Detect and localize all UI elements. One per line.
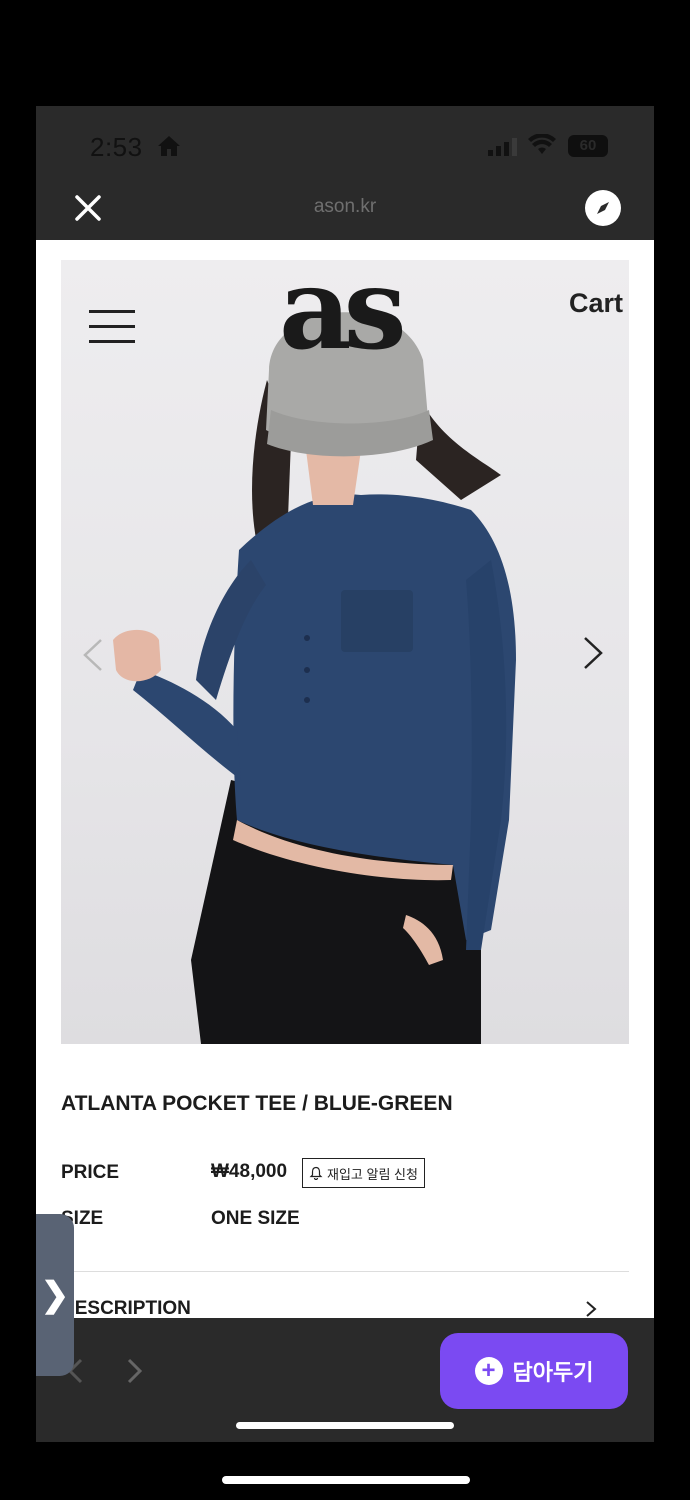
divider (61, 1271, 629, 1272)
wifi-icon (528, 134, 556, 154)
compass-icon[interactable] (585, 190, 621, 226)
home-indicator (236, 1422, 454, 1429)
price-value: ₩48,000 (211, 1161, 288, 1182)
phone-screen: 2:53 60 ason.kr as Cart ATLANTA POCKET T… (36, 106, 654, 1442)
restock-alert-button[interactable]: 재입고 알림 신청 (302, 1158, 425, 1188)
battery-indicator: 60 (568, 135, 608, 157)
product-image[interactable]: as Cart (61, 260, 629, 1044)
add-to-wishlist-button[interactable]: + 담아두기 (440, 1333, 628, 1409)
forward-arrow-icon[interactable] (126, 1358, 144, 1384)
browser-bar: ason.kr (36, 176, 654, 240)
home-icon (158, 136, 180, 156)
signal-icon (488, 138, 517, 156)
brand-logo[interactable]: as (279, 260, 407, 366)
chevron-right-icon[interactable] (581, 636, 605, 670)
size-value: ONE SIZE (211, 1208, 300, 1229)
cart-link[interactable]: Cart (569, 288, 623, 319)
bell-icon (309, 1166, 323, 1180)
price-label: PRICE (61, 1162, 120, 1183)
product-title: ATLANTA POCKET TEE / BLUE-GREEN (61, 1092, 453, 1115)
plus-icon: + (474, 1357, 503, 1385)
side-expand-tab[interactable]: ❯ (36, 1214, 74, 1376)
description-toggle[interactable]: DESCRIPTION (61, 1298, 191, 1318)
add-label: 담아두기 (512, 1360, 594, 1385)
model-photo (113, 312, 516, 1044)
web-page: as Cart ATLANTA POCKET TEE / BLUE-GREEN … (36, 240, 654, 1318)
url-text[interactable]: ason.kr (36, 196, 654, 218)
restock-label: 재입고 알림 신청 (327, 1166, 418, 1182)
chevron-right-icon[interactable] (584, 1300, 598, 1318)
browser-bottom-bar: + 담아두기 (36, 1318, 654, 1442)
menu-icon[interactable] (89, 310, 135, 344)
status-bar: 2:53 60 (36, 106, 654, 176)
status-time: 2:53 (90, 132, 143, 162)
outer-home-indicator (222, 1476, 470, 1484)
chevron-left-icon[interactable] (81, 638, 105, 672)
